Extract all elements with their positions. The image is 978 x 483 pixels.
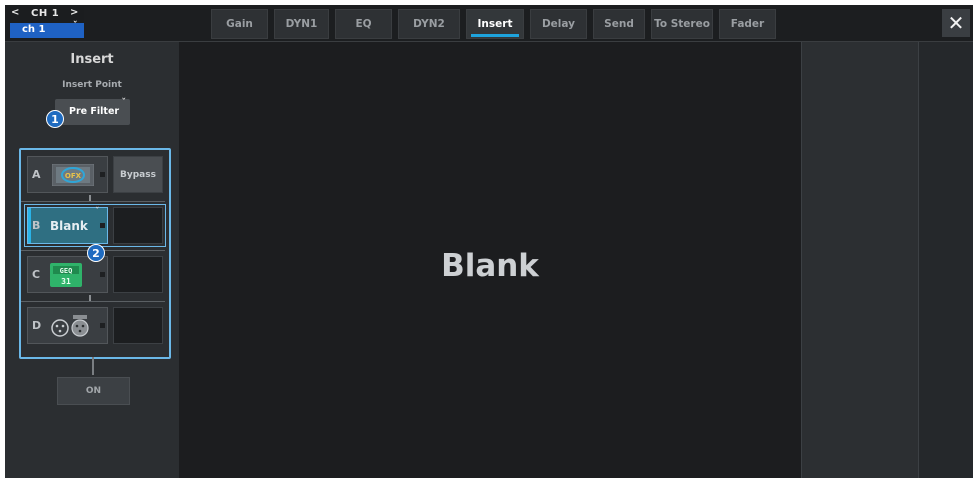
divider (21, 201, 165, 202)
callout-badge-1: 1 (46, 110, 64, 128)
svg-text:OFX: OFX (65, 172, 82, 180)
channel-number: CH 1 (31, 8, 60, 19)
chevron-down-icon: ˇ (95, 207, 100, 217)
display-title: Blank (441, 248, 539, 284)
tab-dyn2[interactable]: DYN2 (398, 9, 460, 39)
slot-b-side[interactable] (113, 207, 163, 244)
divider (21, 301, 165, 302)
chevron-right-icon[interactable]: > (70, 7, 78, 18)
channel-name-field[interactable]: ch 1 ˇ (10, 21, 84, 38)
slot-led (100, 272, 105, 277)
slot-b-name: Blank (50, 219, 88, 233)
insert-window: < CH 1 > ch 1 ˇ Gain DYN1 EQ DYN2 Insert… (5, 5, 973, 478)
signal-line (92, 357, 94, 375)
insert-point-button[interactable]: Pre Filter ˇ (55, 98, 130, 125)
insert-slot-a[interactable]: A OFX Bypass (27, 156, 163, 193)
svg-text:GEQ: GEQ (60, 267, 73, 275)
slot-led (100, 172, 105, 177)
slot-b-button[interactable]: B Blank ˇ (27, 207, 108, 244)
insert-point-value: Pre Filter (69, 106, 120, 117)
close-icon: ✕ (947, 11, 965, 35)
slot-c-side[interactable] (113, 256, 163, 293)
slot-letter: A (32, 168, 41, 181)
bypass-button[interactable]: Bypass (113, 156, 163, 193)
rack-device-icon: OFX (52, 164, 94, 186)
channel-name: ch 1 (22, 24, 46, 35)
tab-insert[interactable]: Insert (466, 9, 524, 39)
insert-slot-d[interactable]: D (27, 307, 163, 344)
channel-selector[interactable]: < CH 1 > ch 1 ˇ (7, 7, 84, 39)
slot-d-side[interactable] (113, 307, 163, 344)
slot-led (100, 223, 105, 228)
chevron-down-icon: ˇ (73, 21, 78, 31)
close-button[interactable]: ✕ (942, 9, 970, 37)
tab-delay[interactable]: Delay (530, 9, 587, 39)
insert-slot-b[interactable]: B Blank ˇ (24, 204, 166, 247)
main-display: Blank (179, 42, 801, 478)
slot-a-button[interactable]: A OFX (27, 156, 108, 193)
slot-letter: D (32, 319, 42, 332)
slot-d-button[interactable]: D (27, 307, 108, 344)
slot-letter: B (32, 219, 41, 232)
slot-led (100, 323, 105, 328)
panel-title: Insert (70, 52, 114, 67)
tab-to-stereo[interactable]: To Stereo (651, 9, 713, 39)
chevron-down-icon: ˇ (121, 98, 127, 108)
geq-31-icon: GEQ 31 (50, 263, 82, 287)
tab-fader[interactable]: Fader (719, 9, 776, 39)
right-edge-panel (918, 42, 973, 478)
chevron-left-icon[interactable]: < (11, 7, 19, 18)
tab-send[interactable]: Send (593, 9, 645, 39)
insert-panel: Insert Insert Point Pre Filter ˇ 1 A OFX (5, 42, 179, 478)
tab-eq[interactable]: EQ (335, 9, 392, 39)
tab-gain[interactable]: Gain (211, 9, 268, 39)
tab-dyn1[interactable]: DYN1 (274, 9, 329, 39)
connector-icon (51, 315, 89, 337)
callout-badge-2: 2 (87, 244, 105, 262)
svg-text:31: 31 (61, 277, 71, 286)
insert-point-label: Insert Point (62, 80, 122, 90)
insert-on-button[interactable]: ON (57, 377, 130, 405)
right-panel (801, 42, 919, 478)
top-bar: < CH 1 > ch 1 ˇ Gain DYN1 EQ DYN2 Insert… (5, 5, 973, 42)
slot-letter: C (32, 268, 41, 281)
